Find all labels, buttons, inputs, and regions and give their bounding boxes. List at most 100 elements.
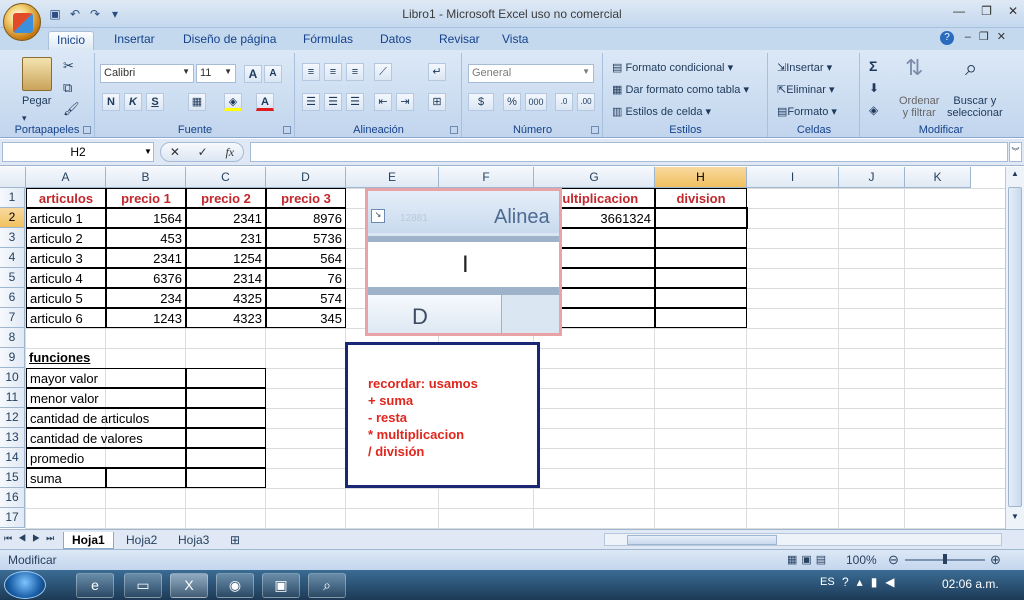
tab-insertar[interactable]: Insertar — [106, 31, 163, 50]
orientation-icon[interactable]: ⟋ — [374, 63, 392, 81]
dialog-launcher-icon[interactable] — [83, 126, 91, 134]
font-name-box[interactable]: Calibri ▼ — [100, 64, 194, 83]
fill-color-icon[interactable]: ◈ — [224, 93, 242, 111]
paste-icon[interactable] — [22, 57, 52, 91]
cell-b3[interactable]: 453 — [106, 228, 186, 248]
binoculars-icon[interactable]: ⌕ — [965, 55, 977, 81]
h-scroll-thumb[interactable] — [627, 535, 777, 545]
delete-cells-button[interactable]: ⇱Eliminar ▾ — [777, 83, 835, 96]
sheet-tab-hoja1[interactable]: Hoja1 — [63, 532, 114, 549]
increase-decimal-icon[interactable]: .0 — [555, 93, 573, 111]
cell-h7[interactable] — [655, 308, 747, 328]
row-header-9[interactable]: 9 — [0, 348, 25, 368]
cell-d2[interactable]: 8976 — [266, 208, 346, 228]
tab-datos[interactable]: Datos — [372, 31, 419, 50]
undo-icon[interactable]: ↶ — [68, 7, 82, 21]
name-box[interactable]: H2 — [2, 142, 154, 162]
align-bottom-icon[interactable]: ≡ — [346, 63, 364, 81]
cell-d5[interactable]: 76 — [266, 268, 346, 288]
copy-icon[interactable]: ⧉ — [63, 80, 72, 96]
row-header-16[interactable]: 16 — [0, 488, 25, 508]
tab-diseno[interactable]: Diseño de página — [175, 31, 284, 50]
decrease-decimal-icon[interactable]: .00 — [577, 93, 595, 111]
cell-a7[interactable]: articulo 6 — [26, 308, 106, 328]
cell-c10[interactable] — [186, 368, 266, 388]
column-header-a[interactable]: A — [26, 167, 106, 188]
wrap-text-icon[interactable]: ↵ — [428, 63, 446, 81]
tray-icons[interactable]: ?▴▮◀ — [842, 575, 903, 589]
tab-revisar[interactable]: Revisar — [431, 31, 488, 50]
folder-icon[interactable]: ▭ — [124, 573, 162, 598]
scroll-up-icon[interactable]: ▲ — [1008, 169, 1022, 183]
cell-d6[interactable]: 574 — [266, 288, 346, 308]
font-color-icon[interactable]: A — [256, 93, 274, 111]
cell-c14[interactable] — [186, 448, 266, 468]
zoom-out-icon[interactable]: ⊖ — [888, 552, 899, 568]
cell-a10[interactable]: mayor valor — [26, 368, 186, 388]
find-select-button[interactable]: Buscar y seleccionar — [947, 95, 1003, 119]
fill-icon[interactable]: ⬇ — [869, 81, 879, 95]
cell-b2[interactable]: 1564 — [106, 208, 186, 228]
zoom-slider-thumb[interactable] — [943, 554, 947, 564]
format-painter-icon[interactable]: 🖌 — [63, 101, 80, 117]
cell-a5[interactable]: articulo 4 — [26, 268, 106, 288]
excel-icon[interactable]: X — [170, 573, 208, 598]
cell-a9[interactable]: funciones — [26, 348, 106, 368]
cell-a13[interactable]: cantidad de valores — [26, 428, 186, 448]
column-header-e[interactable]: E — [346, 167, 439, 188]
restore-icon[interactable]: ❐ — [981, 4, 992, 18]
borders-icon[interactable]: ▦ — [188, 93, 206, 111]
percent-button[interactable]: % — [503, 93, 521, 111]
view-buttons-icons[interactable]: ▦▣▤ — [787, 553, 830, 566]
currency-button[interactable]: $ — [468, 93, 494, 111]
bold-button[interactable]: N — [102, 93, 120, 111]
row-header-13[interactable]: 13 — [0, 428, 25, 448]
format-as-table-button[interactable]: ▦ Dar formato como tabla ▾ — [612, 83, 749, 96]
cell-a14[interactable]: promedio — [26, 448, 186, 468]
cell-b7[interactable]: 1243 — [106, 308, 186, 328]
cell-b15[interactable] — [106, 468, 186, 488]
redo-icon[interactable]: ↷ — [88, 7, 102, 21]
clear-icon[interactable]: ◈ — [869, 103, 878, 117]
cell-d4[interactable]: 564 — [266, 248, 346, 268]
underline-button[interactable]: S — [146, 93, 164, 111]
cell-c5[interactable]: 2314 — [186, 268, 266, 288]
align-middle-icon[interactable]: ≡ — [324, 63, 342, 81]
cut-icon[interactable]: ✂ — [63, 58, 74, 74]
sheet-tab-hoja3[interactable]: Hoja3 — [170, 532, 217, 549]
column-header-i[interactable]: I — [747, 167, 839, 188]
cell-h3[interactable] — [655, 228, 747, 248]
row-header-14[interactable]: 14 — [0, 448, 25, 468]
paste-dropdown-icon[interactable]: ▾ — [22, 113, 27, 124]
italic-button[interactable]: K — [124, 93, 142, 111]
format-cells-button[interactable]: ▤Formato ▾ — [777, 105, 837, 118]
thousands-button[interactable]: 000 — [525, 93, 547, 111]
cell-c12[interactable] — [186, 408, 266, 428]
zoom-in-icon[interactable]: ⊕ — [990, 552, 1001, 568]
select-all-corner[interactable] — [0, 167, 26, 188]
number-format-box[interactable]: General ▼ — [468, 64, 594, 83]
cell-c15[interactable] — [186, 468, 266, 488]
row-header-17[interactable]: 17 — [0, 508, 25, 528]
row-header-7[interactable]: 7 — [0, 308, 25, 328]
cell-a3[interactable]: articulo 2 — [26, 228, 106, 248]
scroll-thumb[interactable] — [1008, 187, 1022, 507]
column-header-g[interactable]: G — [534, 167, 655, 188]
merge-center-icon[interactable]: ⊞ — [428, 93, 446, 111]
column-header-b[interactable]: B — [106, 167, 186, 188]
align-left-icon[interactable]: ☰ — [302, 93, 320, 111]
cell-c1[interactable]: precio 2 — [186, 188, 266, 208]
cell-a12[interactable]: cantidad de articulos — [26, 408, 186, 428]
cell-d7[interactable]: 345 — [266, 308, 346, 328]
column-header-d[interactable]: D — [266, 167, 346, 188]
tab-vista[interactable]: Vista — [494, 31, 536, 50]
cell-c4[interactable]: 1254 — [186, 248, 266, 268]
row-header-15[interactable]: 15 — [0, 468, 25, 488]
cell-c13[interactable] — [186, 428, 266, 448]
note-textbox[interactable]: recordar: usamos + suma - resta * multip… — [345, 342, 540, 488]
help-icon[interactable]: ? — [940, 31, 954, 45]
insert-cells-button[interactable]: ⇲Insertar ▾ — [777, 61, 832, 74]
chrome-icon[interactable]: ◉ — [216, 573, 254, 598]
cell-c6[interactable]: 4325 — [186, 288, 266, 308]
sheet-tab-hoja2[interactable]: Hoja2 — [118, 532, 165, 549]
